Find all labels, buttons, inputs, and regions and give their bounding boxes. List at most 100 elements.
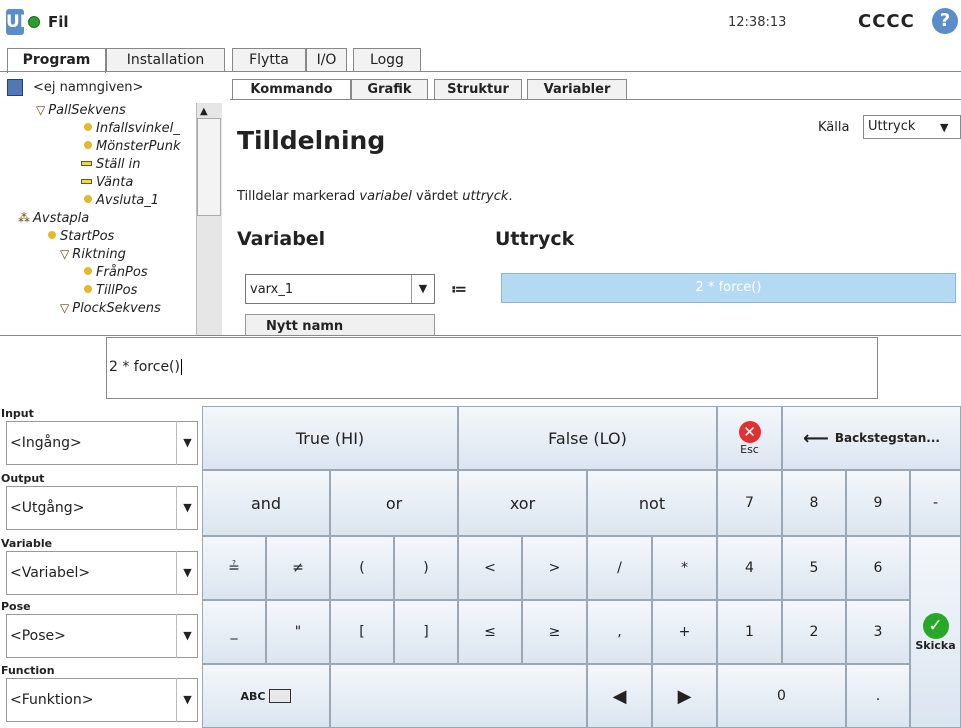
waypoint-icon: [84, 141, 92, 149]
text-cursor: ​: [180, 359, 182, 375]
robot-status-icon[interactable]: [28, 16, 40, 28]
cursor-left-key[interactable]: ◀: [587, 664, 652, 728]
tree-node[interactable]: ▽ PallSekvens: [36, 103, 126, 118]
help-icon[interactable]: ?: [932, 8, 958, 34]
greater-equal-key[interactable]: ≥: [522, 600, 587, 664]
tree-node[interactable]: Ställ in: [81, 157, 141, 172]
function-select[interactable]: <Funktion>: [6, 678, 198, 722]
left-paren-key[interactable]: (: [330, 536, 394, 600]
tab-log[interactable]: Logg: [353, 48, 421, 71]
digit-8-key[interactable]: 8: [782, 470, 846, 536]
digit-3-key[interactable]: 3: [846, 600, 910, 664]
expression-heading: Uttryck: [495, 228, 575, 250]
source-label: Källa: [818, 120, 850, 135]
xor-key[interactable]: xor: [458, 470, 587, 536]
tab-variables[interactable]: Variabler: [527, 79, 627, 99]
set-icon: [81, 161, 92, 166]
true-hi-key[interactable]: True (HI): [202, 406, 458, 470]
tree-node[interactable]: ▽ Riktning: [60, 247, 126, 262]
assign-operator: ≔: [451, 280, 467, 298]
tree-node[interactable]: TillPos: [84, 283, 137, 298]
scrollbar-thumb[interactable]: [197, 118, 221, 216]
expression-input[interactable]: 2 * force()​: [106, 337, 878, 399]
esc-button[interactable]: ✕ Esc: [717, 406, 782, 470]
variable-select[interactable]: varx_1: [245, 274, 435, 304]
tree-node[interactable]: StartPos: [48, 229, 114, 244]
left-bracket-key[interactable]: [: [330, 600, 394, 664]
program-tree[interactable]: ▽ PallSekvens Infallsvinkel_ MönsterPunk …: [0, 103, 196, 335]
new-name-button[interactable]: Nytt namn: [245, 314, 435, 336]
expression-field[interactable]: 2 * force(): [501, 273, 956, 303]
tree-node[interactable]: Infallsvinkel_: [84, 121, 180, 136]
right-paren-key[interactable]: ): [394, 536, 458, 600]
waypoint-icon: [84, 267, 92, 275]
digit-1-key[interactable]: 1: [717, 600, 782, 664]
abc-keyboard-button[interactable]: ABC: [202, 664, 330, 728]
chevron-down-icon[interactable]: ▼: [176, 421, 198, 465]
or-key[interactable]: or: [330, 470, 458, 536]
digit-5-key[interactable]: 5: [782, 536, 846, 600]
decimal-point-key[interactable]: .: [846, 664, 910, 728]
plus-key[interactable]: +: [652, 600, 717, 664]
input-select[interactable]: <Ingång>: [6, 421, 198, 465]
waypoint-icon: [48, 231, 56, 239]
tree-node[interactable]: Avsluta_1: [84, 193, 159, 208]
and-key[interactable]: and: [202, 470, 330, 536]
tab-move[interactable]: Flytta: [232, 48, 306, 71]
subtab-divider: [230, 99, 961, 100]
chevron-down-icon[interactable]: ▼: [411, 275, 434, 303]
digit-4-key[interactable]: 4: [717, 536, 782, 600]
backspace-button[interactable]: ⟵ Backstegstan...: [782, 406, 961, 470]
tab-installation[interactable]: Installation: [106, 48, 225, 71]
less-equal-key[interactable]: ≤: [458, 600, 522, 664]
digit-9-key[interactable]: 9: [846, 470, 910, 536]
pose-select[interactable]: <Pose>: [6, 614, 198, 658]
chevron-down-icon[interactable]: ▼: [176, 614, 198, 658]
chevron-down-icon[interactable]: ▼: [176, 486, 198, 530]
file-menu[interactable]: Fil: [48, 13, 69, 31]
space-key[interactable]: [330, 664, 587, 728]
digit-6-key[interactable]: 6: [846, 536, 910, 600]
command-description: Tilldelar markerad variabel värdet uttry…: [237, 189, 513, 204]
multiply-key[interactable]: *: [652, 536, 717, 600]
digit-2-key[interactable]: 2: [782, 600, 846, 664]
wait-icon: [81, 179, 92, 184]
equals-key[interactable]: ≟: [202, 536, 266, 600]
chevron-down-icon[interactable]: ▼: [176, 678, 198, 722]
variable-select-editor[interactable]: <Variabel>: [6, 551, 198, 595]
tab-graphics[interactable]: Grafik: [351, 79, 428, 99]
digit-7-key[interactable]: 7: [717, 470, 782, 536]
not-key[interactable]: not: [587, 470, 717, 536]
check-icon: ✓: [922, 612, 949, 639]
triangle-icon: ▽: [60, 301, 70, 315]
tree-node[interactable]: ⁂ Avstapla: [18, 211, 89, 226]
tab-command[interactable]: Kommando: [232, 79, 351, 99]
output-select[interactable]: <Utgång>: [6, 486, 198, 530]
send-button[interactable]: ✓ Skicka: [910, 536, 961, 728]
underscore-key[interactable]: _: [202, 600, 266, 664]
scroll-up-icon[interactable]: ▲: [200, 106, 208, 117]
tree-node[interactable]: Vänta: [81, 175, 133, 190]
false-lo-key[interactable]: False (LO): [458, 406, 717, 470]
divide-key[interactable]: /: [587, 536, 652, 600]
triangle-icon: ▽: [60, 247, 70, 261]
cursor-right-key[interactable]: ▶: [652, 664, 717, 728]
ur-logo-icon: UR: [6, 9, 33, 35]
digit-0-key[interactable]: 0: [717, 664, 846, 728]
chevron-down-icon[interactable]: ▼: [176, 551, 198, 595]
greater-than-key[interactable]: >: [522, 536, 587, 600]
chevron-down-icon[interactable]: ▼: [940, 121, 948, 134]
less-than-key[interactable]: <: [458, 536, 522, 600]
quote-key[interactable]: ": [266, 600, 330, 664]
save-icon[interactable]: [7, 79, 23, 96]
tree-node[interactable]: MönsterPunk: [84, 139, 180, 154]
tab-io[interactable]: I/O: [306, 48, 347, 71]
comma-key[interactable]: ,: [587, 600, 652, 664]
tree-node[interactable]: FrånPos: [84, 265, 148, 280]
not-equal-key[interactable]: ≠: [266, 536, 330, 600]
minus-key[interactable]: -: [910, 470, 961, 536]
right-bracket-key[interactable]: ]: [394, 600, 458, 664]
tab-program[interactable]: Program: [7, 48, 106, 73]
tree-node[interactable]: ▽ PlockSekvens: [60, 301, 161, 316]
tab-structure[interactable]: Struktur: [434, 79, 522, 99]
